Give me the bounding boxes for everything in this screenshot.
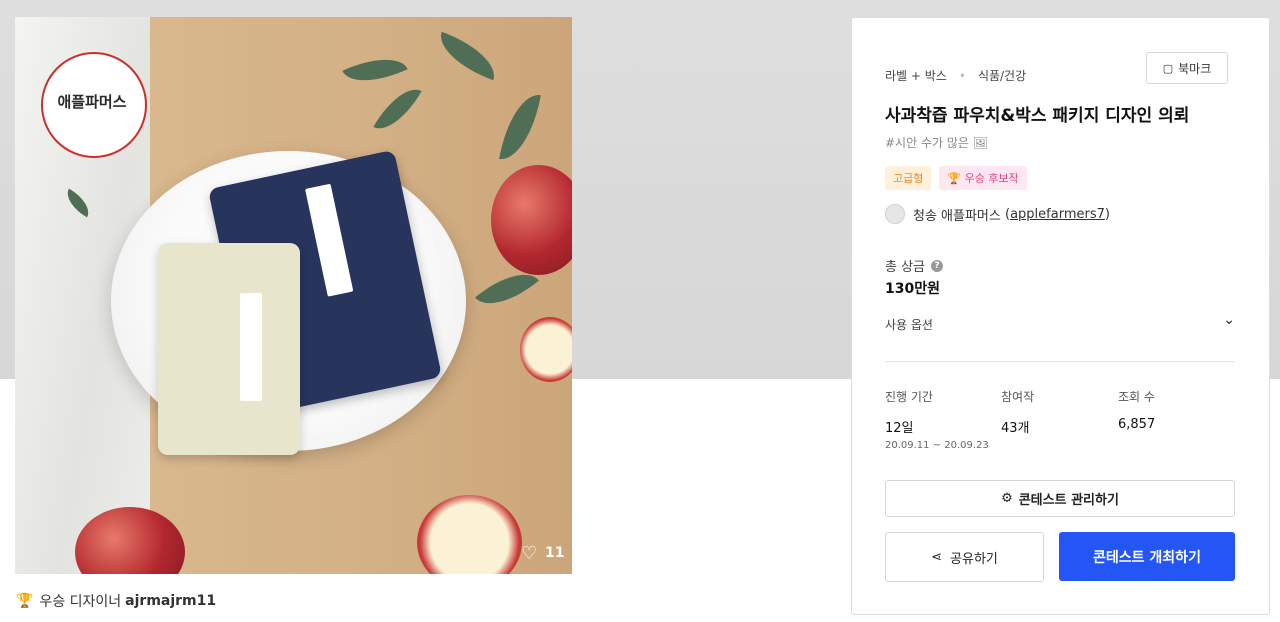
- help-icon[interactable]: ?: [931, 259, 944, 272]
- winner-label: 우승 디자이너: [39, 594, 122, 610]
- contest-hero-image[interactable]: 애플파머스 ♡ 11: [15, 17, 572, 574]
- avatar: [885, 204, 905, 224]
- contest-title: 사과착즙 파우치&박스 패키지 디자인 의뢰: [885, 106, 1190, 126]
- breadcrumb: 라벨 + 박스 • 식품/건강: [885, 67, 1026, 84]
- chevron-down-icon[interactable]: ⌄: [1223, 312, 1235, 328]
- leaf-decoration: [342, 45, 408, 95]
- views-stat: 조회 수 6,857: [1118, 388, 1155, 432]
- winner-candidate-badge: 🏆 우승 후보작: [939, 166, 1027, 190]
- share-icon: ⋖: [931, 549, 943, 565]
- leaf-decoration: [432, 31, 503, 81]
- host-info[interactable]: 청송 애플파머스 ( applefarmers7 ): [885, 204, 1110, 224]
- prize-label: 총 상금 ?: [885, 256, 944, 275]
- pouch-label: [305, 183, 354, 297]
- contest-hashtag[interactable]: #시안 수가 많은 🖼: [885, 134, 988, 151]
- bookmark-icon: ▢: [1162, 61, 1174, 75]
- duration-range: 20.09.11 ~ 20.09.23: [885, 440, 989, 451]
- entries-label: 참여작: [1001, 390, 1035, 404]
- views-value: 6,857: [1118, 417, 1156, 432]
- gear-icon: ⚙: [1001, 491, 1013, 506]
- subcategory-label[interactable]: 식품/건강: [978, 67, 1026, 84]
- share-label: 공유하기: [950, 551, 998, 567]
- share-button[interactable]: ⋖ 공유하기: [885, 532, 1044, 582]
- brand-logo-text: 애플파머스: [57, 93, 127, 111]
- host-name: 청송 애플파머스: [913, 208, 1001, 224]
- divider: [885, 361, 1235, 362]
- cream-pouch-mockup: [158, 243, 300, 455]
- views-label: 조회 수: [1118, 390, 1155, 404]
- host-contest-button[interactable]: 콘테스트 개최하기: [1059, 532, 1235, 581]
- leaf-decoration: [373, 79, 422, 139]
- apple-slice-decoration: [417, 495, 522, 574]
- duration-value: 12일: [885, 421, 914, 436]
- apple-decoration: [491, 165, 572, 275]
- bookmark-button[interactable]: ▢ 북마크: [1146, 52, 1228, 84]
- usage-options-toggle[interactable]: 사용 옵션 ⌄: [885, 312, 1235, 333]
- category-label[interactable]: 라벨 + 박스: [885, 67, 947, 84]
- host-id-link[interactable]: applefarmers7: [1010, 207, 1105, 222]
- prize-value: 130만원: [885, 281, 940, 297]
- duration-stat: 진행 기간 12일 20.09.11 ~ 20.09.23: [885, 388, 989, 451]
- prize-label-text: 총 상금: [885, 260, 926, 275]
- winner-designer: 🏆 우승 디자이너 ajrmajrm11: [16, 591, 216, 611]
- like-count: 11: [545, 545, 565, 561]
- premium-badge: 고급형: [885, 166, 932, 190]
- manage-contest-button[interactable]: ⚙ 콘테스트 관리하기: [885, 480, 1235, 517]
- trophy-icon: 🏆: [16, 593, 34, 609]
- entries-stat: 참여작 43개: [1001, 388, 1034, 436]
- apple-slice-decoration: [520, 317, 572, 382]
- duration-label: 진행 기간: [885, 390, 933, 404]
- pouch-label: [240, 293, 262, 401]
- badge-row: 고급형 🏆 우승 후보작: [885, 166, 1027, 190]
- entries-value: 43개: [1001, 421, 1030, 436]
- heart-icon[interactable]: ♡: [521, 543, 537, 564]
- leaf-decoration: [499, 89, 541, 165]
- contest-info-panel: 라벨 + 박스 • 식품/건강 ▢ 북마크 사과착즙 파우치&박스 패키지 디자…: [851, 17, 1270, 615]
- usage-options-label: 사용 옵션: [885, 318, 933, 332]
- separator: •: [958, 68, 966, 83]
- winner-name[interactable]: ajrmajrm11: [125, 593, 216, 609]
- bookmark-label: 북마크: [1178, 61, 1212, 76]
- manage-contest-label: 콘테스트 관리하기: [1018, 493, 1119, 508]
